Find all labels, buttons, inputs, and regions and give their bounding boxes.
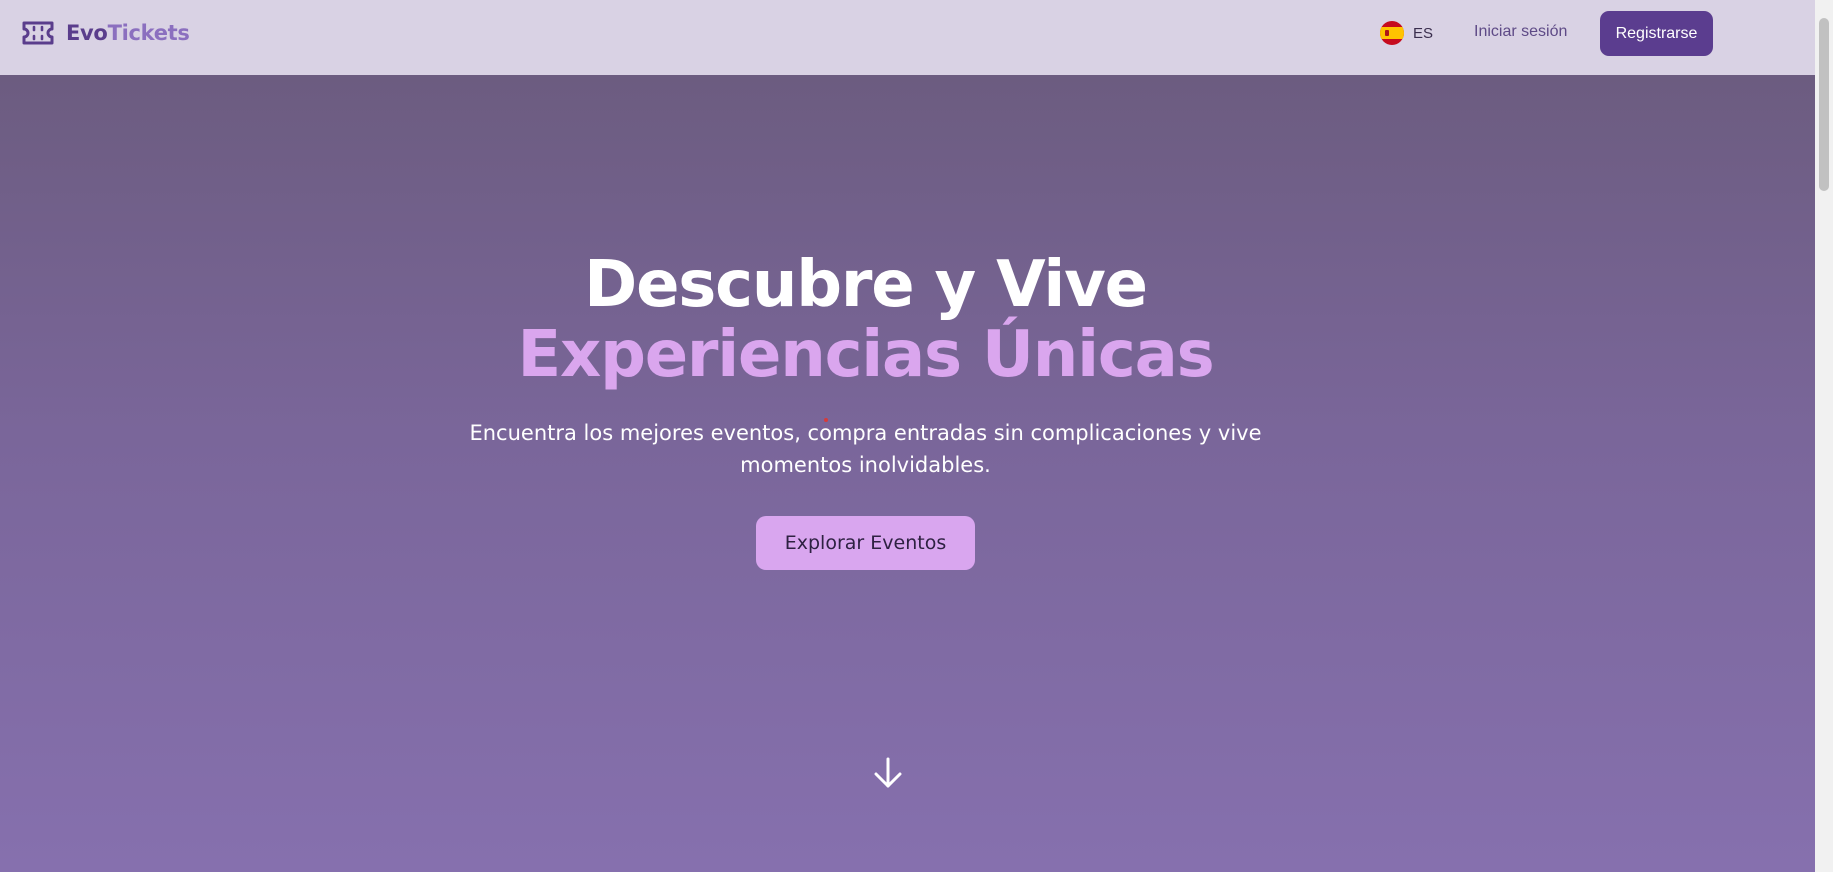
hero-title-line2: Experiencias Únicas [517,318,1214,392]
ticket-icon [22,21,54,45]
top-navbar: EvoTickets ES Iniciar sesión Registrarse [0,0,1815,75]
page-scrollbar[interactable] [1815,0,1833,872]
arrow-down-icon[interactable] [871,756,905,790]
spain-flag-icon [1380,21,1404,45]
hero-title-line1: Descubre y Vive [584,248,1148,322]
scrollbar-thumb[interactable] [1819,18,1829,191]
hero-title: Descubre y Vive Experiencias Únicas [0,250,1731,390]
login-link[interactable]: Iniciar sesión [1474,23,1567,41]
logo-text: EvoTickets [66,21,190,45]
register-button[interactable]: Registrarse [1600,11,1713,56]
language-code: ES [1413,24,1434,42]
cursor-dot [824,418,828,422]
logo-text-evo: Evo [66,21,108,45]
explore-events-button[interactable]: Explorar Eventos [756,516,975,570]
hero-subtitle: Encuentra los mejores eventos, compra en… [469,421,1262,477]
logo-text-tickets: Tickets [107,21,190,45]
logo[interactable]: EvoTickets [20,19,190,47]
language-selector[interactable]: ES [1380,21,1433,45]
